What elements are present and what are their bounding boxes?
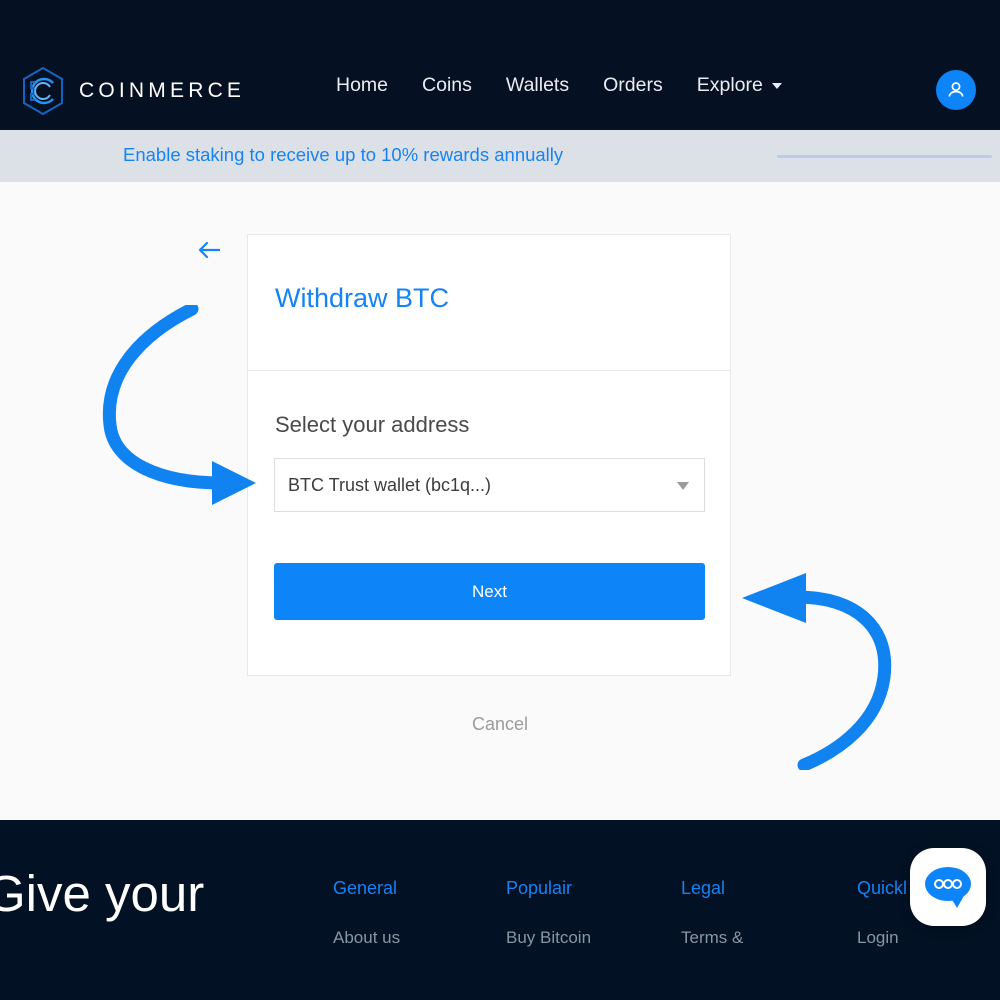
cancel-button[interactable]: Cancel [0, 714, 1000, 735]
footer-column-quicklinks: Quickl Login [857, 878, 907, 948]
main-navigation: Home Coins Wallets Orders Explore [336, 74, 782, 97]
nav-item-wallets[interactable]: Wallets [506, 74, 569, 97]
staking-banner-text[interactable]: Enable staking to receive up to 10% rewa… [123, 144, 563, 166]
coinmerce-hexagon-logo-icon [23, 66, 63, 116]
nav-item-orders[interactable]: Orders [603, 74, 663, 97]
footer-column-title-populair[interactable]: Populair [506, 878, 591, 899]
withdraw-card: Withdraw BTC Select your address BTC Tru… [247, 234, 731, 676]
chat-widget-button[interactable] [910, 848, 986, 926]
footer-link-login[interactable]: Login [857, 928, 907, 948]
footer-column-title-general[interactable]: General [333, 878, 400, 899]
site-header: COINMERCE Home Coins Wallets Orders Expl… [0, 0, 1000, 130]
footer-column-title-quicklinks[interactable]: Quickl [857, 878, 907, 899]
address-select-value: BTC Trust wallet (bc1q...) [288, 475, 492, 495]
account-avatar-button[interactable] [936, 70, 976, 110]
triangle-down-icon [677, 482, 689, 490]
footer-column-title-legal[interactable]: Legal [681, 878, 743, 899]
brand-logo[interactable]: COINMERCE [20, 66, 245, 116]
chevron-down-icon [771, 82, 782, 89]
footer-link-terms[interactable]: Terms & [681, 928, 743, 948]
banner-divider-line [777, 155, 992, 158]
select-address-label: Select your address [275, 412, 470, 437]
next-button[interactable]: Next [274, 563, 705, 620]
withdraw-card-body: Select your address BTC Trust wallet (bc… [248, 371, 730, 676]
withdraw-card-header: Withdraw BTC [248, 235, 730, 371]
address-select[interactable]: BTC Trust wallet (bc1q...) [274, 458, 705, 512]
site-footer: Give your General About us Populair Buy … [0, 820, 1000, 1000]
nav-item-coins[interactable]: Coins [422, 74, 472, 97]
footer-column-general: General About us [333, 878, 400, 948]
user-avatar-icon [948, 82, 964, 97]
nav-item-explore[interactable]: Explore [697, 74, 782, 97]
back-arrow-button[interactable] [196, 238, 222, 262]
footer-link-about-us[interactable]: About us [333, 928, 400, 948]
page-title: Withdraw BTC [275, 283, 450, 313]
nav-item-home[interactable]: Home [336, 74, 388, 97]
brand-name: COINMERCE [79, 79, 246, 102]
footer-heading: Give your [0, 865, 205, 922]
chat-bubble-icon [925, 867, 971, 908]
footer-link-buy-bitcoin[interactable]: Buy Bitcoin [506, 928, 591, 948]
nav-item-explore-label: Explore [696, 74, 763, 96]
page-root: COINMERCE Home Coins Wallets Orders Expl… [0, 0, 1000, 1000]
footer-column-populair: Populair Buy Bitcoin [506, 878, 591, 948]
footer-column-legal: Legal Terms & [681, 878, 743, 948]
